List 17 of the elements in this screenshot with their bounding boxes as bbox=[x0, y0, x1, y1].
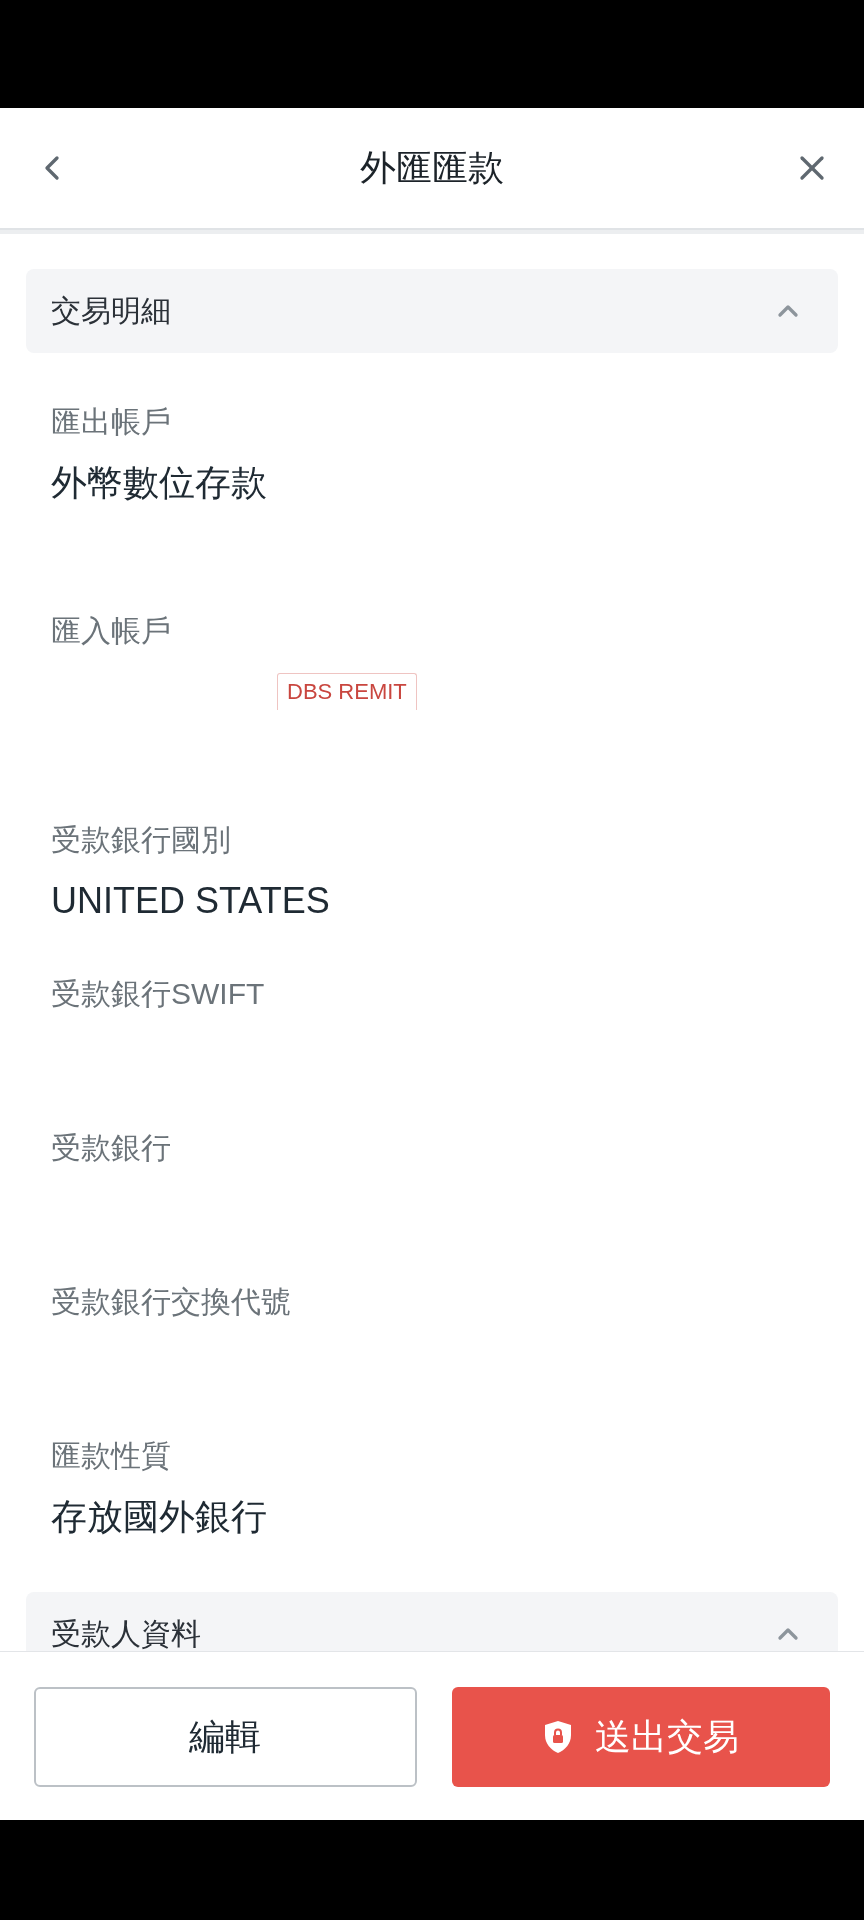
section-header[interactable]: 受款人資料 bbox=[26, 1592, 838, 1651]
field-label: 受款銀行國別 bbox=[51, 822, 231, 858]
field-label: 受款銀行SWIFT bbox=[51, 976, 265, 1012]
field-label: 受款銀行交換代號 bbox=[51, 1284, 291, 1320]
submit-button[interactable]: 送出交易 bbox=[451, 1687, 830, 1787]
field-value: 存放國外銀行 bbox=[51, 1495, 267, 1539]
field-label: 匯入帳戶 bbox=[51, 613, 171, 649]
page-title: 外匯匯款 bbox=[360, 146, 504, 190]
field-value: UNITED STATES bbox=[51, 879, 330, 923]
remit-tag: DBS REMIT bbox=[277, 673, 417, 710]
field-label: 匯款性質 bbox=[51, 1438, 171, 1474]
section-header[interactable]: 交易明細 bbox=[26, 269, 838, 353]
field-label: 匯出帳戶 bbox=[51, 404, 171, 440]
shield-lock-icon bbox=[542, 1720, 573, 1754]
edit-button[interactable]: 編輯 bbox=[34, 1687, 417, 1787]
field-label: 受款銀行 bbox=[51, 1130, 171, 1166]
field-value: 外幣數位存款 bbox=[51, 461, 267, 505]
